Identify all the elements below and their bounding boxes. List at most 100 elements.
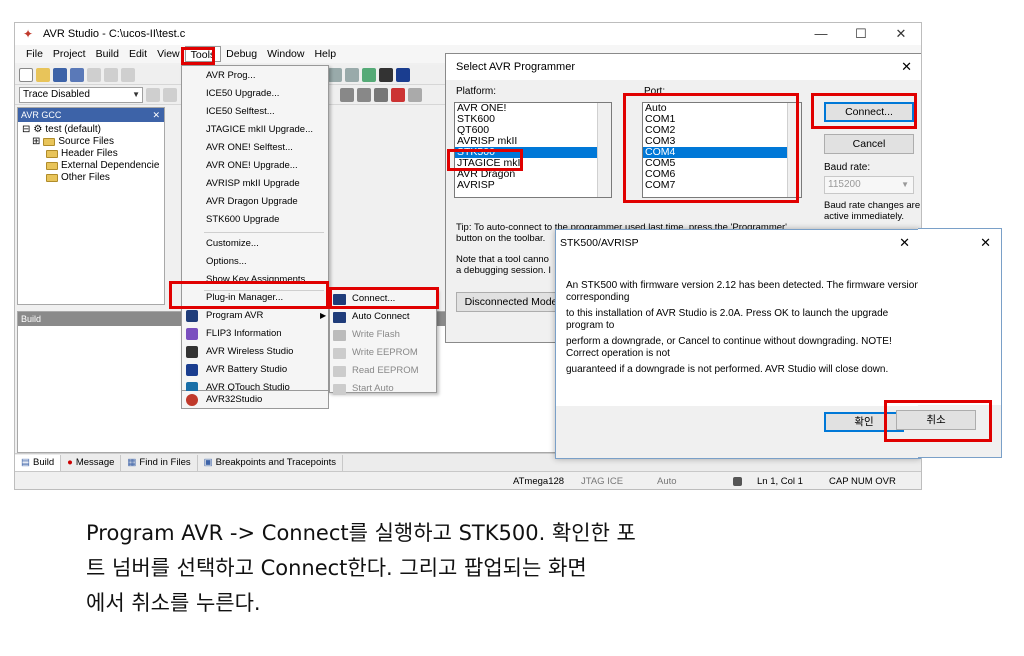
breakpoint-icon[interactable]: [362, 67, 376, 82]
copy-icon[interactable]: [104, 67, 118, 82]
outdent-icon[interactable]: [345, 67, 359, 82]
note-line2: a debugging session. I: [456, 265, 552, 276]
chip-icon[interactable]: [379, 67, 393, 82]
scrollbar[interactable]: [787, 103, 801, 197]
menu-item-avrisp-upgrade[interactable]: AVRISP mkII Upgrade: [206, 176, 300, 192]
io-view-icon[interactable]: [357, 87, 371, 102]
indent-icon[interactable]: [328, 67, 342, 82]
menu-edit[interactable]: Edit: [124, 46, 152, 62]
gear-icon: ⚙: [33, 124, 43, 135]
close-button[interactable]: ✕: [881, 23, 921, 45]
menu-debug[interactable]: Debug: [221, 46, 262, 62]
save-all-icon[interactable]: [70, 67, 84, 82]
port-listbox[interactable]: Auto COM1 COM2 COM3 COM4 COM5 COM6 COM7: [642, 102, 802, 198]
close-icon[interactable]: ✕: [899, 230, 910, 256]
menu-item-avr32studio[interactable]: AVR32Studio: [206, 392, 262, 408]
submenu-item-start-auto[interactable]: Start Auto: [352, 381, 394, 397]
menu-item-stk600-upgrade[interactable]: STK600 Upgrade: [206, 212, 279, 228]
cancel-button[interactable]: Cancel: [824, 134, 914, 154]
ok-button[interactable]: 확인: [824, 412, 904, 432]
menu-tools[interactable]: Tools: [184, 46, 222, 62]
build-icon: ▤: [21, 456, 30, 468]
menu-item-flip3-information[interactable]: FLIP3 Information: [206, 326, 282, 342]
tree-item-header-files[interactable]: Header Files: [22, 148, 160, 160]
menu-item-avrone-selftest[interactable]: AVR ONE! Selftest...: [206, 140, 293, 156]
collapse-icon[interactable]: ⊟: [22, 124, 30, 136]
tab-message[interactable]: ● Message: [61, 454, 122, 471]
menu-window[interactable]: Window: [262, 46, 309, 62]
dialog-title-bar-extension: ✕: [918, 229, 1001, 255]
baud-rate-select[interactable]: 115200 ▼: [824, 176, 914, 194]
disconnected-mode-button[interactable]: Disconnected Mode: [456, 292, 566, 312]
connect-button[interactable]: Connect...: [824, 102, 914, 122]
list-item[interactable]: COM7: [643, 180, 801, 191]
dialog-title: Select AVR Programmer: [456, 61, 576, 73]
cancel-korean-button[interactable]: 취소: [896, 410, 976, 430]
menu-item-avr-prog[interactable]: AVR Prog...: [206, 68, 255, 84]
tab-find-in-files[interactable]: ▦ Find in Files: [121, 454, 198, 471]
cut-icon[interactable]: [87, 67, 101, 82]
menu-file[interactable]: File: [21, 46, 48, 62]
open-folder-icon[interactable]: [36, 67, 50, 82]
tab-label: Message: [75, 456, 115, 468]
menu-item-ice50-upgrade[interactable]: ICE50 Upgrade...: [206, 86, 279, 102]
tools-menu: AVR Prog... ICE50 Upgrade... ICE50 Selft…: [181, 65, 329, 394]
tree-label: Header Files: [61, 148, 118, 159]
menu-item-options[interactable]: Options...: [206, 254, 247, 270]
submenu-item-read-eeprom[interactable]: Read EEPROM: [352, 363, 419, 379]
menu-help[interactable]: Help: [309, 46, 341, 62]
menu-item-ice50-selftest[interactable]: ICE50 Selftest...: [206, 104, 275, 120]
stop-icon[interactable]: [391, 87, 405, 102]
close-icon[interactable]: ✕: [901, 54, 912, 80]
tree-label: External Dependencie: [61, 160, 160, 171]
menu-item-avrone-upgrade[interactable]: AVR ONE! Upgrade...: [206, 158, 298, 174]
tree-item-external-dependencies[interactable]: External Dependencie: [22, 160, 160, 172]
submenu-item-connect[interactable]: Connect...: [352, 291, 395, 307]
instruction-caption: Program AVR -> Connect를 실행하고 STK500. 확인한…: [86, 516, 986, 621]
menu-build[interactable]: Build: [91, 46, 124, 62]
minimize-button[interactable]: —: [801, 23, 841, 45]
menu-item-show-key-assignments[interactable]: Show Key Assignments: [206, 272, 305, 288]
platform-listbox[interactable]: AVR ONE! STK600 QT600 AVRISP mkII STK500…: [454, 102, 612, 198]
scrollbar[interactable]: [597, 103, 611, 197]
submenu-item-auto-connect[interactable]: Auto Connect: [352, 309, 410, 325]
close-icon[interactable]: ✕: [152, 108, 160, 122]
menu-view[interactable]: View: [152, 46, 185, 62]
tree-item-other-files[interactable]: Other Files: [22, 172, 160, 184]
paste-icon[interactable]: [121, 67, 135, 82]
dialog-title-bar: Select AVR Programmer ✕: [446, 54, 921, 80]
tab-breakpoints[interactable]: ▣ Breakpoints and Tracepoints: [198, 454, 344, 471]
menu-item-program-avr[interactable]: Program AVR: [206, 308, 263, 324]
error-icon: ●: [67, 456, 73, 468]
menu-item-jtagice-upgrade[interactable]: JTAGICE mkII Upgrade...: [206, 122, 313, 138]
tree-label: Other Files: [61, 172, 110, 183]
submenu-item-write-eeprom[interactable]: Write EEPROM: [352, 345, 418, 361]
menu-project[interactable]: Project: [48, 46, 91, 62]
memory-icon[interactable]: [340, 87, 354, 102]
bottle-icon[interactable]: [396, 67, 410, 82]
settings-icon[interactable]: [408, 87, 422, 102]
menu-item-customize[interactable]: Customize...: [206, 236, 259, 252]
tree-item-source-files[interactable]: ⊞ Source Files: [22, 136, 160, 148]
watch-icon[interactable]: [374, 87, 388, 102]
platform-label: Platform:: [456, 86, 497, 97]
tree-item-project[interactable]: ⊟ ⚙ test (default): [22, 124, 160, 136]
save-icon[interactable]: [53, 67, 67, 82]
menu-item-wireless-studio[interactable]: AVR Wireless Studio: [206, 344, 293, 360]
menu-separator: [204, 232, 324, 233]
menu-item-battery-studio[interactable]: AVR Battery Studio: [206, 362, 287, 378]
tab-build[interactable]: ▤ Build: [15, 454, 62, 471]
maximize-button[interactable]: ☐: [841, 23, 881, 45]
step-icon[interactable]: [146, 87, 160, 102]
new-file-icon[interactable]: [19, 67, 33, 82]
expand-icon[interactable]: ⊞: [32, 136, 40, 148]
tab-label: Find in Files: [139, 456, 191, 468]
step-over-icon[interactable]: [163, 87, 177, 102]
trace-combo[interactable]: Trace Disabled ▼: [19, 86, 143, 103]
close-icon[interactable]: ✕: [980, 235, 991, 251]
list-item[interactable]: AVRISP: [455, 180, 611, 191]
menu-item-plugin-manager[interactable]: Plug-in Manager...: [206, 290, 283, 306]
menu-item-dragon-upgrade[interactable]: AVR Dragon Upgrade: [206, 194, 298, 210]
submenu-arrow-icon: ▶: [320, 311, 327, 320]
submenu-item-write-flash[interactable]: Write Flash: [352, 327, 400, 343]
